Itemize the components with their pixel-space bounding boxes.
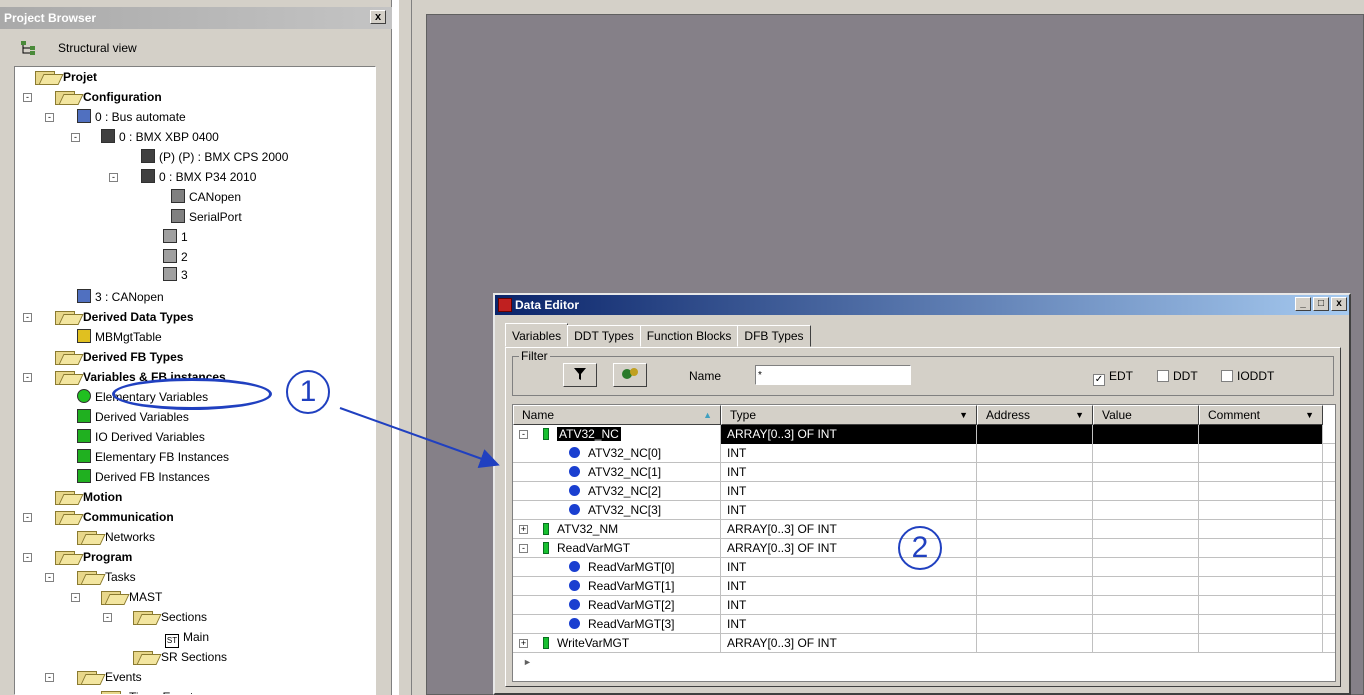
callout-arrow (339, 407, 500, 469)
